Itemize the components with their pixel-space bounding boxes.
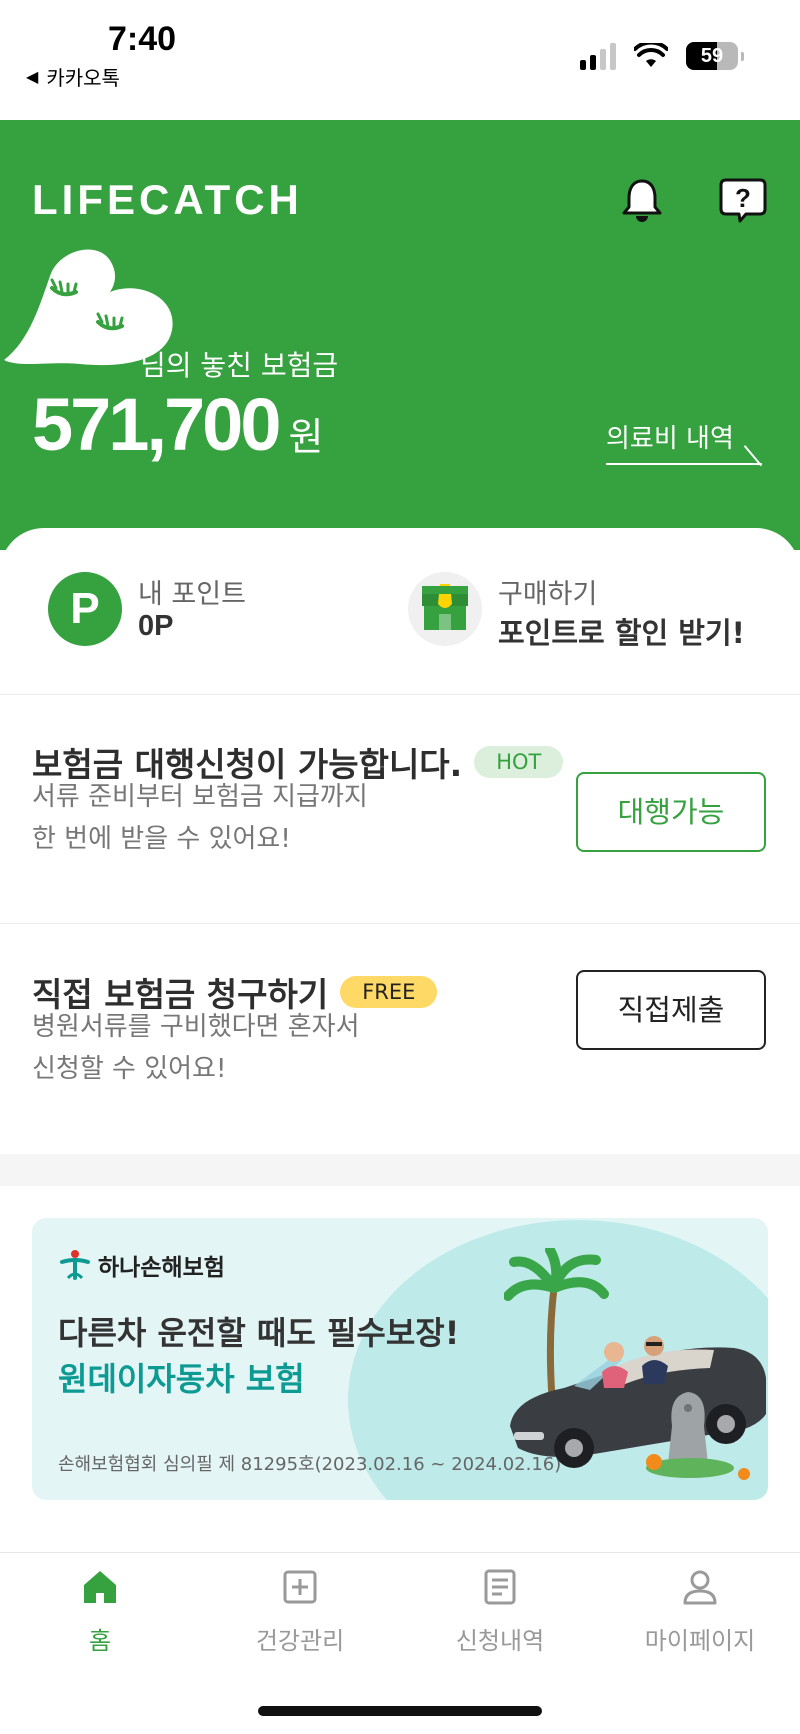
missed-insurance-label: 님의 놓친 보험금 bbox=[140, 349, 339, 382]
ad-banner[interactable]: 하나손해보험 다른차 운전할 때도 필수보장! 원데이자동차 보험 손해보험협회… bbox=[32, 1218, 768, 1500]
nav-health-label: 건강관리 bbox=[255, 1627, 345, 1655]
direct-desc-line1: 병원서류를 구비했다면 혼자서 bbox=[32, 1012, 360, 1042]
nav-home-label: 홈 bbox=[88, 1627, 112, 1655]
section-divider bbox=[0, 1154, 800, 1186]
nav-mypage[interactable]: 마이페이지 bbox=[600, 1553, 800, 1673]
direct-desc-line2: 신청할 수 있어요! bbox=[32, 1054, 227, 1084]
banner-approval-note: 손해보험협회 심의필 제 81295호(2023.02.16 ~ 2024.02… bbox=[58, 1454, 562, 1475]
points-row: P 내 포인트 0P 구매하기 포인트로 할인 받기! bbox=[0, 528, 800, 695]
svg-text:?: ? bbox=[735, 183, 751, 213]
hana-logo-icon bbox=[60, 1250, 90, 1280]
agency-description: 서류 준비부터 보험금 지급까지 한 번에 받을 수 있어요! bbox=[32, 776, 368, 860]
points-p-icon: P bbox=[48, 572, 122, 646]
my-points-value[interactable]: 0P bbox=[138, 610, 173, 643]
direct-description: 병원서류를 구비했다면 혼자서 신청할 수 있어요! bbox=[32, 1006, 360, 1090]
lifecatch-logo: LIFECATCH bbox=[32, 176, 303, 223]
convertible-car-illustration bbox=[504, 1248, 766, 1480]
cellular-signal-icon bbox=[580, 42, 616, 70]
shop-discount-link[interactable]: 포인트로 할인 받기! bbox=[498, 610, 745, 652]
medical-expense-label: 의료비 내역 bbox=[606, 424, 734, 454]
status-bar: 7:40 ◀ 카카오톡 59 bbox=[0, 0, 800, 120]
nav-health[interactable]: 건강관리 bbox=[200, 1553, 400, 1673]
medical-expense-link[interactable]: 의료비 내역 bbox=[606, 418, 762, 467]
back-triangle-icon: ◀ bbox=[26, 67, 39, 86]
back-to-app-link[interactable]: ◀ 카카오톡 bbox=[26, 62, 120, 91]
agency-available-button[interactable]: 대행가능 bbox=[576, 772, 766, 852]
status-icons: 59 bbox=[580, 42, 744, 70]
health-plus-icon bbox=[283, 1570, 317, 1604]
wifi-icon bbox=[634, 43, 668, 67]
arrow-slash-icon bbox=[743, 445, 762, 467]
hot-badge: HOT bbox=[474, 746, 564, 778]
my-points-label: 내 포인트 bbox=[138, 579, 246, 610]
banner-product-name: 원데이자동차 보험 bbox=[58, 1360, 305, 1398]
missed-amount-value: 571,700 bbox=[32, 383, 281, 466]
status-time: 7:40 bbox=[108, 20, 177, 58]
person-icon bbox=[683, 1570, 717, 1605]
agency-desc-line2: 한 번에 받을 수 있어요! bbox=[32, 824, 291, 854]
help-question-icon[interactable]: ? bbox=[718, 176, 768, 224]
back-app-label: 카카오톡 bbox=[46, 66, 120, 90]
battery-level: 59 bbox=[700, 45, 724, 67]
hero-header: LIFECATCH ? 님의 놓친 보험금 571,700 원 의료비 내역 bbox=[0, 120, 800, 550]
nav-mypage-label: 마이페이지 bbox=[644, 1627, 756, 1655]
missed-amount-unit: 원 bbox=[288, 415, 324, 459]
direct-submit-button[interactable]: 직접제출 bbox=[576, 970, 766, 1050]
home-indicator[interactable] bbox=[258, 1706, 542, 1716]
nav-history-label: 신청내역 bbox=[455, 1627, 545, 1655]
banner-headline: 다른차 운전할 때도 필수보장! bbox=[58, 1314, 460, 1352]
free-badge: FREE bbox=[340, 976, 438, 1008]
direct-claim-row: 직접 보험금 청구하기 FREE 병원서류를 구비했다면 혼자서 신청할 수 있… bbox=[0, 924, 800, 1154]
bell-icon[interactable] bbox=[618, 176, 666, 224]
store-icon[interactable] bbox=[408, 572, 482, 646]
banner-brand: 하나손해보험 bbox=[58, 1248, 225, 1282]
home-icon bbox=[84, 1571, 116, 1603]
nav-history[interactable]: 신청내역 bbox=[400, 1553, 600, 1673]
agency-claim-row: 보험금 대행신청이 가능합니다. HOT 서류 준비부터 보험금 지급까지 한 … bbox=[0, 696, 800, 924]
document-list-icon bbox=[484, 1569, 516, 1605]
nav-home[interactable]: 홈 bbox=[0, 1553, 200, 1673]
agency-desc-line1: 서류 준비부터 보험금 지급까지 bbox=[32, 782, 368, 812]
shop-label: 구매하기 bbox=[498, 579, 598, 610]
missed-amount: 571,700 원 bbox=[32, 382, 323, 467]
banner-brand-name: 하나손해보험 bbox=[98, 1255, 225, 1281]
battery-icon: 59 bbox=[686, 42, 744, 70]
